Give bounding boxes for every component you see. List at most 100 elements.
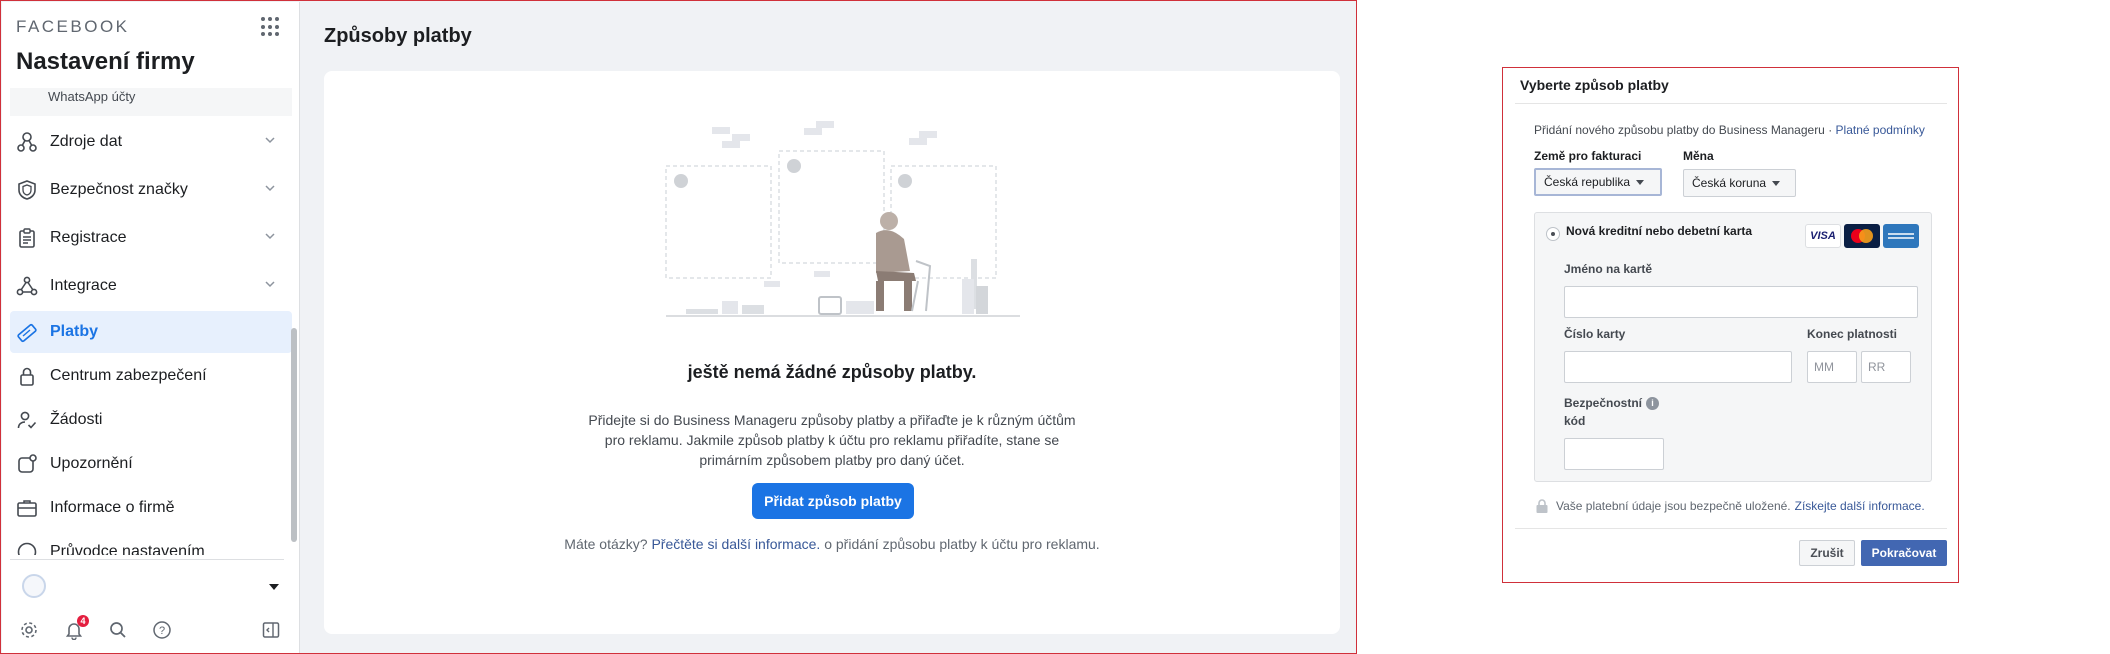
page-title: Způsoby platby [324,25,472,47]
dialog-title: Vyberte způsob platby [1520,77,1669,93]
integrations-icon [14,273,40,299]
expiry-month-input[interactable]: MM [1807,351,1857,383]
sidebar-item-business-info[interactable]: Informace o firmě [10,487,292,529]
info-icon[interactable]: i [1646,397,1660,410]
card-number-input[interactable] [1564,351,1792,383]
card-number-label: Číslo karty [1564,327,1626,341]
dialog-intro-text: Přidání nového způsobu platby do Busines… [1534,123,1833,137]
sidebar-item-requests[interactable]: Žádosti [10,399,292,441]
sidebar-item-data-sources[interactable]: Zdroje dat [10,121,292,163]
card-form-panel: Nová kreditní nebo debetní karta VISA Jm… [1534,212,1932,482]
apps-grid-icon[interactable] [261,17,281,37]
chevron-down-icon [265,281,275,288]
mastercard-logo-icon [1844,224,1880,248]
account-dropdown-caret-icon[interactable] [268,583,280,591]
divider [1515,103,1947,104]
help-question-icon[interactable]: ? [151,619,173,641]
avatar[interactable] [22,574,46,598]
sidebar-item-notifications[interactable]: Upozornění [10,443,292,485]
secure-text: Vaše platební údaje jsou bezpečně uložen… [1556,499,1791,513]
sidebar-footer-toolbar: 4 ? [18,615,288,643]
sidebar-item-label: Zdroje dat [50,133,123,150]
sidebar-title: Nastavení firmy [16,48,195,75]
expiry-year-input[interactable]: RR [1861,351,1911,383]
expiry-label: Konec platnosti [1807,327,1898,341]
security-code-label-line1: Bezpečnostní [1564,396,1643,410]
billing-country-label: Země pro fakturaci [1534,149,1642,163]
notification-badge: 4 [77,615,89,627]
sidebar-item-label: Průvodce nastavením [50,543,205,555]
sidebar-item-label: Registrace [50,229,127,246]
sidebar-clip: Průvodce nastavením [2,527,298,555]
payment-methods-card: ještě nemá žádné způsoby platby. Přidejt… [324,71,1340,634]
registrations-clipboard-icon [14,225,40,251]
security-code-input[interactable] [1564,438,1664,470]
sidebar-item-label: Platby [50,323,99,340]
visa-logo-icon: VISA [1805,224,1841,248]
card-option-radio[interactable] [1546,227,1560,241]
security-code-label-line2: kód [1564,414,1586,428]
lock-icon [1536,499,1548,513]
card-brand-logos: VISA [1805,224,1919,248]
facebook-brand: FACEBOOK [16,17,130,36]
notification-icon [14,451,40,477]
currency-value: Česká koruna [1692,176,1767,190]
search-icon[interactable] [107,619,129,641]
terms-link[interactable]: Platné podmínky [1836,123,1925,137]
chevron-down-icon [265,185,275,192]
empty-state-description: Přidejte si do Business Manageru způsoby… [588,412,1076,468]
currency-select[interactable]: Česká koruna [1683,169,1796,197]
dropdown-caret-icon [1772,180,1781,186]
sidebar-scrollbar[interactable] [291,328,297,542]
billing-country-select[interactable]: Česká republika [1534,168,1662,196]
sidebar-item-label: Upozornění [50,455,133,472]
currency-label: Měna [1683,149,1714,163]
amex-logo-icon [1883,224,1919,248]
help-icon [14,539,40,555]
help-suffix: o přidání způsobu platby k účtu pro rekl… [824,536,1100,552]
security-code-label: Bezpečnostní i kód [1564,394,1660,430]
person-check-icon [14,407,40,433]
secure-storage-note: Vaše platební údaje jsou bezpečně uložen… [1534,498,1925,514]
add-payment-method-button[interactable]: Přidat způsob platby [752,483,914,519]
empty-state-illustration [665,121,1020,317]
learn-more-link[interactable]: Přečtěte si další informace. [651,536,820,552]
dropdown-caret-icon [1636,179,1645,185]
dialog-intro: Přidání nového způsobu platby do Busines… [1534,123,1925,137]
svg-text:?: ? [159,625,165,637]
chevron-down-icon [265,137,275,144]
settings-gear-icon[interactable] [18,619,40,641]
cardholder-name-input[interactable] [1564,286,1918,318]
card-option-label: Nová kreditní nebo debetní karta [1566,224,1753,238]
chevron-down-icon [265,233,275,240]
sidebar-item-registrations[interactable]: Registrace [10,217,292,259]
sidebar-item-brand-safety[interactable]: Bezpečnost značky [10,169,292,211]
help-prefix: Máte otázky? [564,536,648,552]
cardholder-name-label: Jméno na kartě [1564,262,1653,276]
sidebar-item-label: Integrace [50,277,117,294]
notifications-bell-icon[interactable]: 4 [63,615,89,641]
divider [10,559,284,560]
sidebar-item-security-center[interactable]: Centrum zabezpečení [10,355,292,397]
sidebar-item-label: Žádosti [50,411,103,428]
collapse-sidebar-icon[interactable] [260,619,282,641]
payments-icon [14,319,40,345]
sidebar-item-label: Centrum zabezpečení [50,367,207,384]
sidebar-item-integrations[interactable]: Integrace [10,265,292,307]
empty-state-heading: ještě nemá žádné způsoby platby. [687,362,977,382]
help-text: Máte otázky? Přečtěte si další informace… [324,536,1340,552]
billing-country-value: Česká republika [1544,175,1631,189]
sidebar-item-whatsapp[interactable]: WhatsApp účty [10,88,292,116]
cancel-button[interactable]: Zrušit [1799,540,1855,566]
sidebar-item-label: Informace o firmě [50,499,175,516]
sidebar: FACEBOOK Nastavení firmy WhatsApp účty Z… [2,2,300,653]
divider [1515,528,1947,529]
brand-safety-shield-icon [14,177,40,203]
data-sources-icon [14,129,40,155]
business-settings-window: FACEBOOK Nastavení firmy WhatsApp účty Z… [0,0,1357,654]
continue-button[interactable]: Pokračovat [1861,540,1947,566]
briefcase-icon [14,495,40,521]
secure-learn-more-link[interactable]: Získejte další informace. [1795,499,1925,513]
sidebar-item-payments[interactable]: Platby [10,311,292,353]
sidebar-item-setup-guide[interactable]: Průvodce nastavením [10,531,292,555]
